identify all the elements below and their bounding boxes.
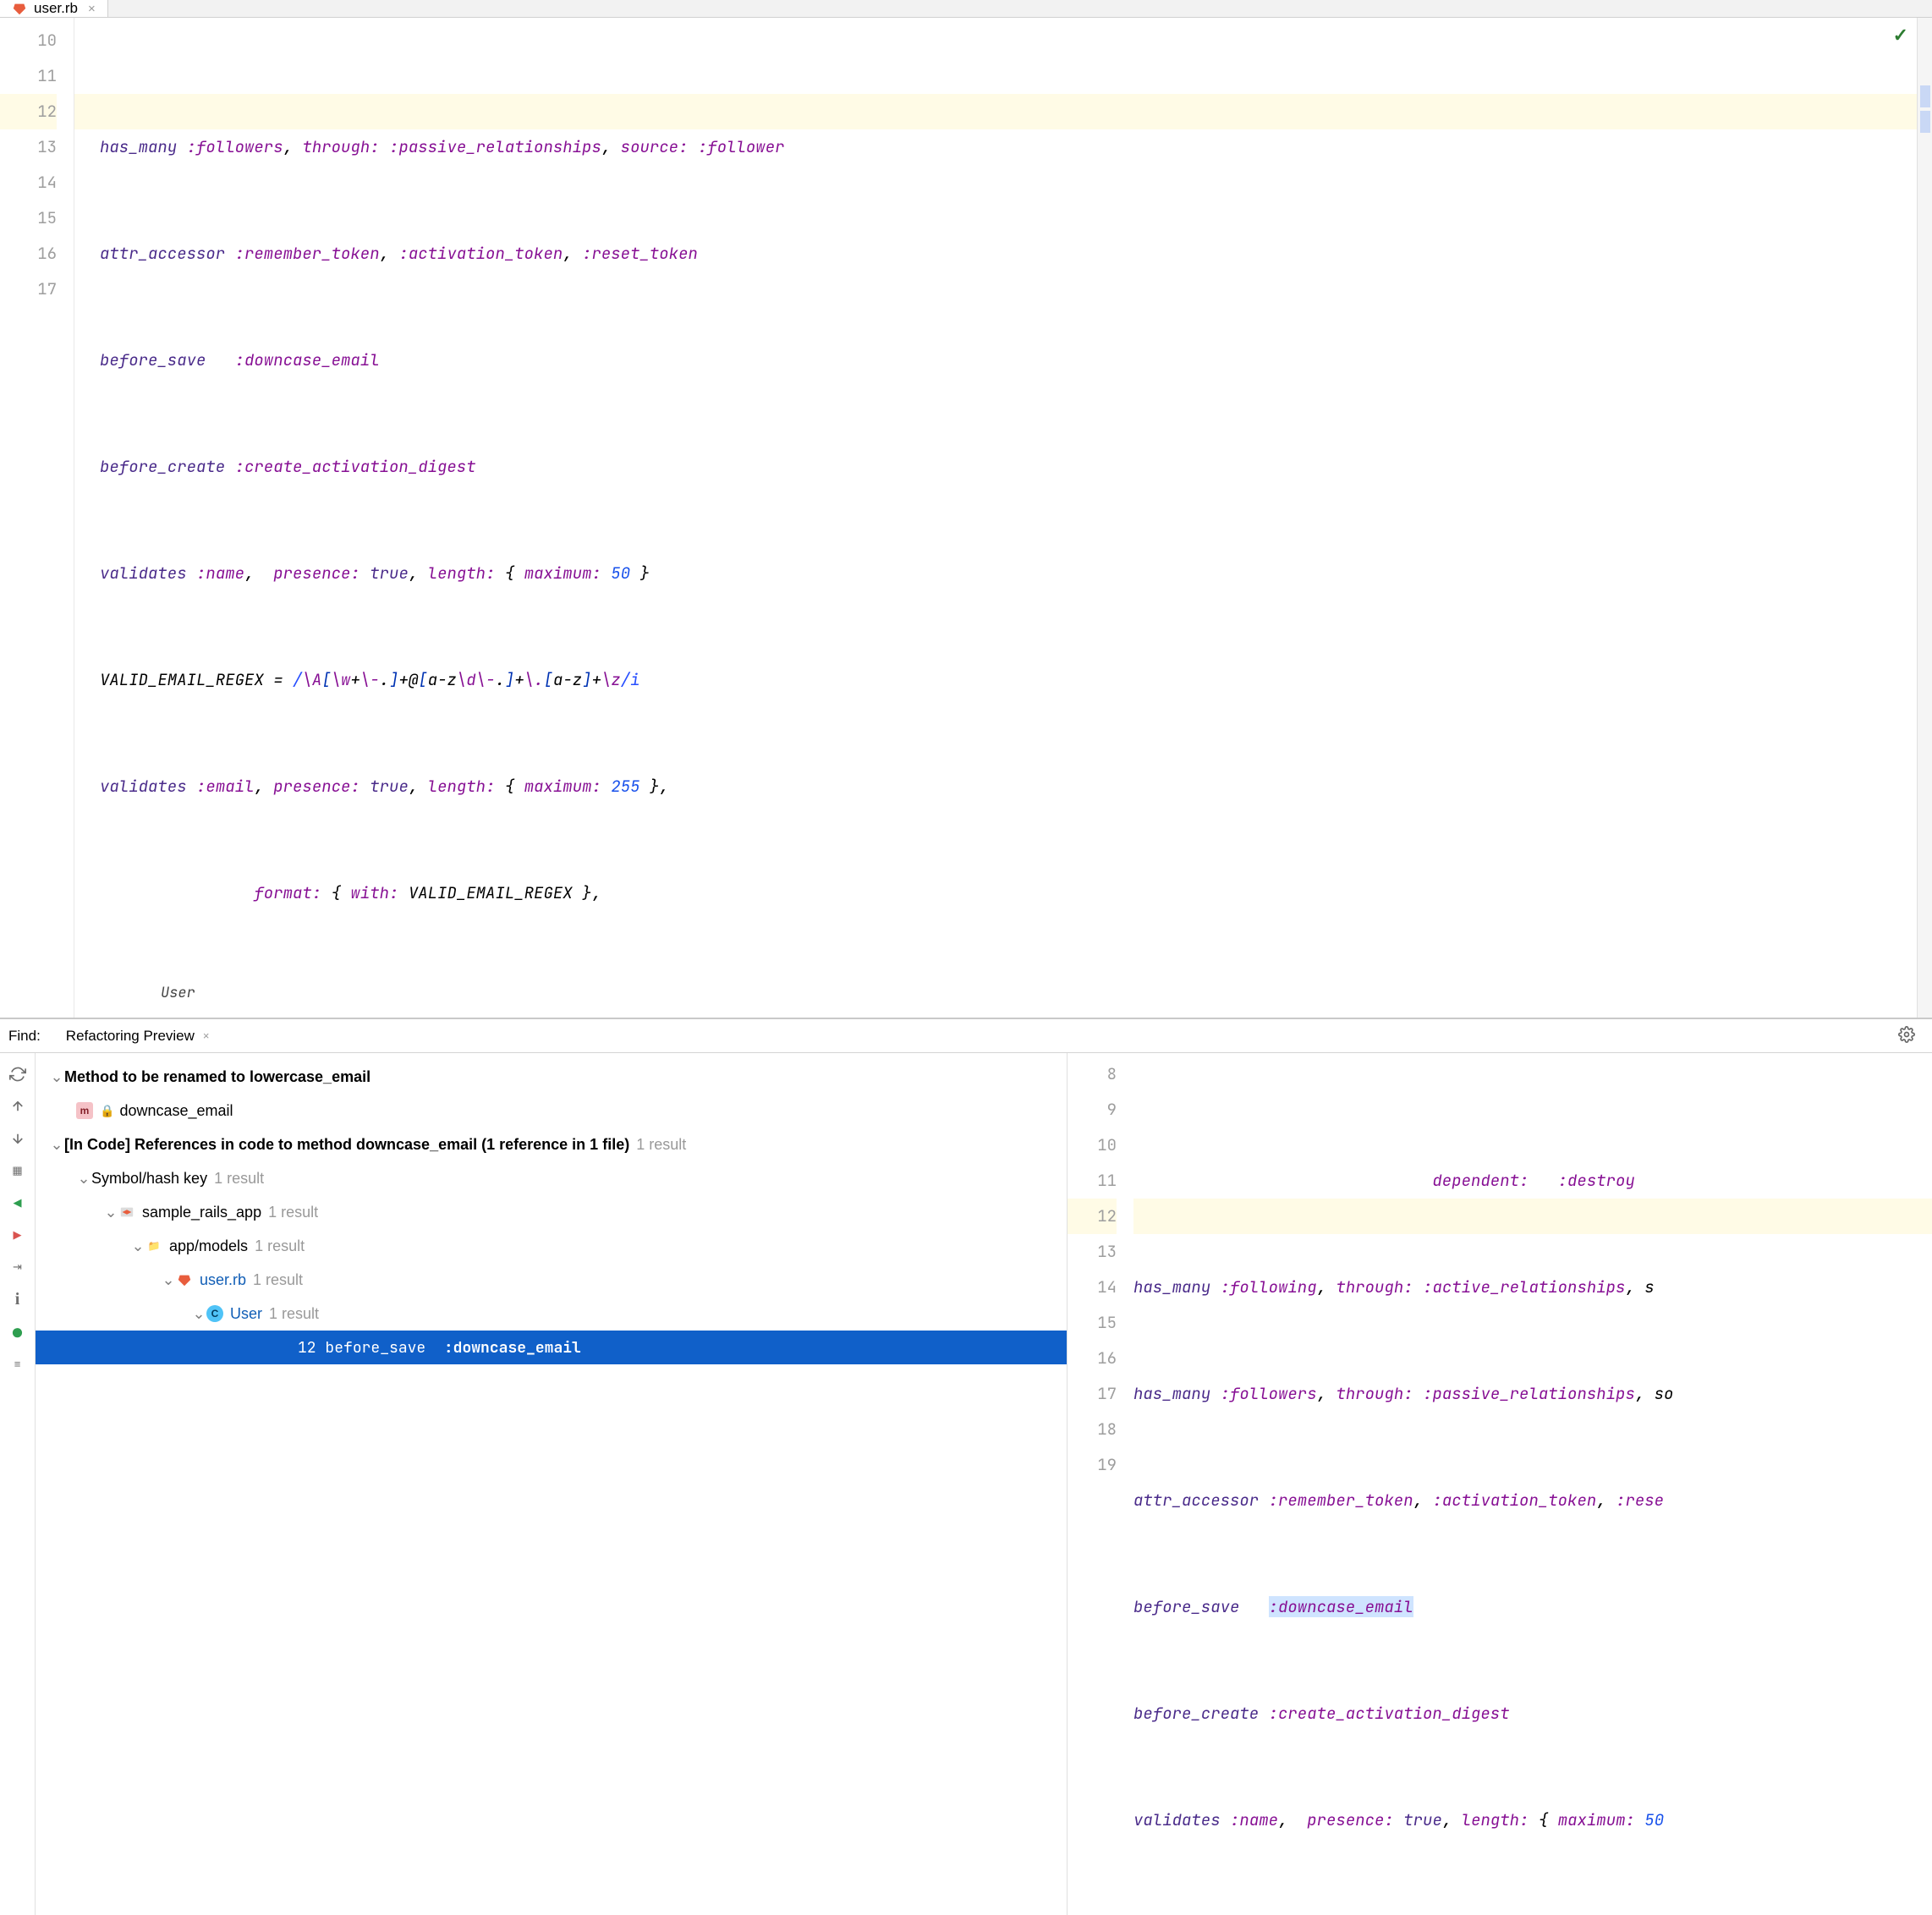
find-toolbar: ▦ ◀ ▶ ⇥ i ● ≡ ⊟ (0, 1053, 36, 1915)
preview-gutter: 8 9 10 11 12 13 14 15 16 17 18 19 (1068, 1053, 1133, 1915)
chevron-down-icon[interactable]: ⌄ (76, 1170, 91, 1188)
tree-class-node[interactable]: ⌄ C User 1 result (36, 1297, 1067, 1331)
line-gutter: 10 11 12 13 14 15 16 17 (0, 18, 74, 1018)
preview-pane: 8 9 10 11 12 13 14 15 16 17 18 19 (1068, 1053, 1932, 1915)
chevron-down-icon[interactable]: ⌄ (49, 1136, 64, 1154)
editor-tab-bar: user.rb × (0, 0, 1932, 18)
folder-icon: 📁 (145, 1237, 162, 1254)
tree-method-node[interactable]: m 🔒 downcase_email (36, 1094, 1067, 1128)
tree-usage-row[interactable]: 12 before_save :downcase_email (36, 1331, 1067, 1364)
project-icon (118, 1204, 135, 1221)
find-tab[interactable]: Refactoring Preview × (66, 1028, 210, 1045)
close-icon[interactable]: × (203, 1029, 210, 1042)
class-icon: C (206, 1305, 223, 1322)
gear-icon[interactable] (1898, 1026, 1915, 1045)
expand-all-icon[interactable]: ≡ (8, 1354, 27, 1373)
file-tab-user-rb[interactable]: user.rb × (0, 0, 108, 17)
ruby-file-icon (176, 1271, 193, 1288)
chevron-down-icon[interactable]: ⌄ (103, 1204, 118, 1221)
main-editor[interactable]: 10 11 12 13 14 15 16 17 has_many :follow… (0, 18, 1932, 1018)
arrow-down-icon[interactable] (8, 1129, 27, 1148)
tree-folder-node[interactable]: ⌄ 📁 app/models 1 result (36, 1229, 1067, 1263)
tree-heading-rename[interactable]: ⌄ Method to be renamed to lowercase_emai… (36, 1060, 1067, 1094)
refresh-icon[interactable] (8, 1065, 27, 1084)
tree-project-node[interactable]: ⌄ sample_rails_app 1 result (36, 1195, 1067, 1229)
error-stripe[interactable] (1917, 18, 1932, 1018)
analysis-ok-icon[interactable]: ✓ (1893, 25, 1908, 47)
chevron-down-icon[interactable]: ⌄ (49, 1068, 64, 1086)
autoscroll-icon[interactable]: ⇥ (8, 1258, 27, 1276)
find-tool-window: Find: Refactoring Preview × ▦ ◀ ▶ ⇥ i ● (0, 1018, 1932, 1915)
close-icon[interactable]: × (88, 2, 96, 16)
find-label: Find: (8, 1028, 41, 1045)
chevron-down-icon[interactable]: ⌄ (191, 1305, 206, 1323)
tree-heading-references[interactable]: ⌄ [In Code] References in code to method… (36, 1128, 1067, 1161)
tree-symbol-node[interactable]: ⌄ Symbol/hash key 1 result (36, 1161, 1067, 1195)
chevron-down-icon[interactable]: ⌄ (130, 1237, 145, 1255)
diff-left-icon[interactable]: ◀ (8, 1193, 27, 1212)
ruby-file-icon (12, 1, 27, 16)
file-tab-label: user.rb (34, 0, 78, 17)
arrow-up-icon[interactable] (8, 1097, 27, 1116)
method-icon: m (76, 1102, 93, 1119)
run-icon[interactable]: ● (8, 1322, 27, 1341)
refactoring-tree[interactable]: ⌄ Method to be renamed to lowercase_emai… (36, 1053, 1068, 1915)
lock-icon: 🔒 (100, 1104, 114, 1118)
breadcrumb[interactable]: User (161, 975, 195, 1011)
preview-code[interactable]: dependent: :destroy has_many :following,… (1133, 1053, 1932, 1915)
info-icon[interactable]: i (8, 1290, 27, 1309)
tree-file-node[interactable]: ⌄ user.rb 1 result (36, 1263, 1067, 1297)
find-header: Find: Refactoring Preview × (0, 1019, 1932, 1053)
diff-right-icon[interactable]: ▶ (8, 1226, 27, 1244)
code-content[interactable]: has_many :followers, through: :passive_r… (74, 18, 1932, 1018)
chevron-down-icon[interactable]: ⌄ (161, 1271, 176, 1289)
group-icon[interactable]: ▦ (8, 1161, 27, 1180)
